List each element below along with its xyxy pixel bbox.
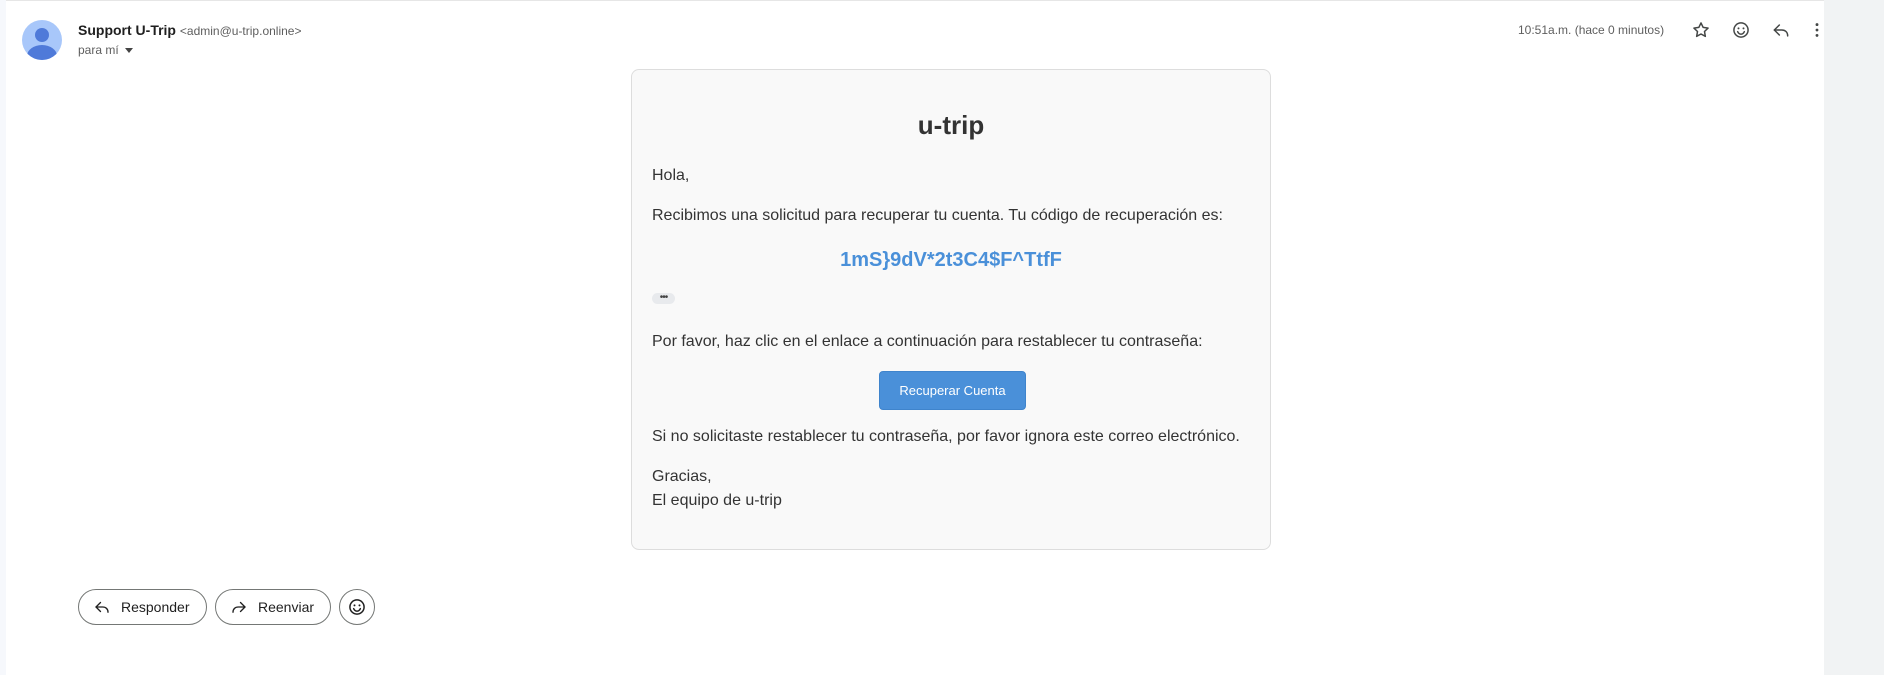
sender-info: Support U-Trip <admin@u-trip.online> <box>78 21 301 40</box>
reply-icon <box>95 601 109 613</box>
intro-text: Recibimos una solicitud para recuperar t… <box>652 207 1223 224</box>
reply-button[interactable]: Responder <box>78 589 207 625</box>
email-heading: u-trip <box>917 110 985 140</box>
signature-text: El equipo de u-trip <box>652 492 782 509</box>
avatar-head <box>35 28 49 42</box>
avatar[interactable] <box>22 20 62 60</box>
ignore-note-text: Si no solicitaste restablecer tu contras… <box>652 428 1240 445</box>
sender-email: <admin@u-trip.online> <box>179 24 302 38</box>
recipient-details-toggle[interactable]: para mí <box>78 43 133 57</box>
recipient-label: para mí <box>78 43 119 57</box>
emoji-icon[interactable] <box>1729 18 1753 42</box>
email-body-card <box>631 69 1271 550</box>
greeting-text: Hola, <box>652 167 690 184</box>
avatar-body <box>27 45 57 60</box>
timestamp: 10:51a.m. (hace 0 minutos) <box>1518 23 1665 37</box>
right-side-panel <box>1824 0 1884 675</box>
reply-icon[interactable] <box>1769 18 1793 42</box>
recover-account-button[interactable]: Recuperar Cuenta <box>879 371 1026 410</box>
divider <box>6 0 1824 1</box>
sender-name[interactable]: Support U-Trip <box>78 22 176 38</box>
thanks-text: Gracias, <box>652 468 712 485</box>
recovery-code: 1mS}9dV*2t3C4$F^TtfF <box>840 249 1062 271</box>
chevron-down-icon <box>124 48 133 53</box>
forward-icon <box>232 601 246 613</box>
show-trimmed-content-button[interactable]: ••• <box>652 293 675 304</box>
instruction-text: Por favor, haz clic en el enlace a conti… <box>652 333 1203 350</box>
emoji-icon <box>349 599 365 615</box>
forward-button[interactable]: Reenviar <box>215 589 331 625</box>
forward-label: Reenviar <box>258 599 315 615</box>
reply-label: Responder <box>121 599 190 615</box>
add-reaction-button[interactable] <box>339 589 375 625</box>
more-vert-icon[interactable] <box>1805 18 1829 42</box>
star-icon[interactable] <box>1689 18 1713 42</box>
